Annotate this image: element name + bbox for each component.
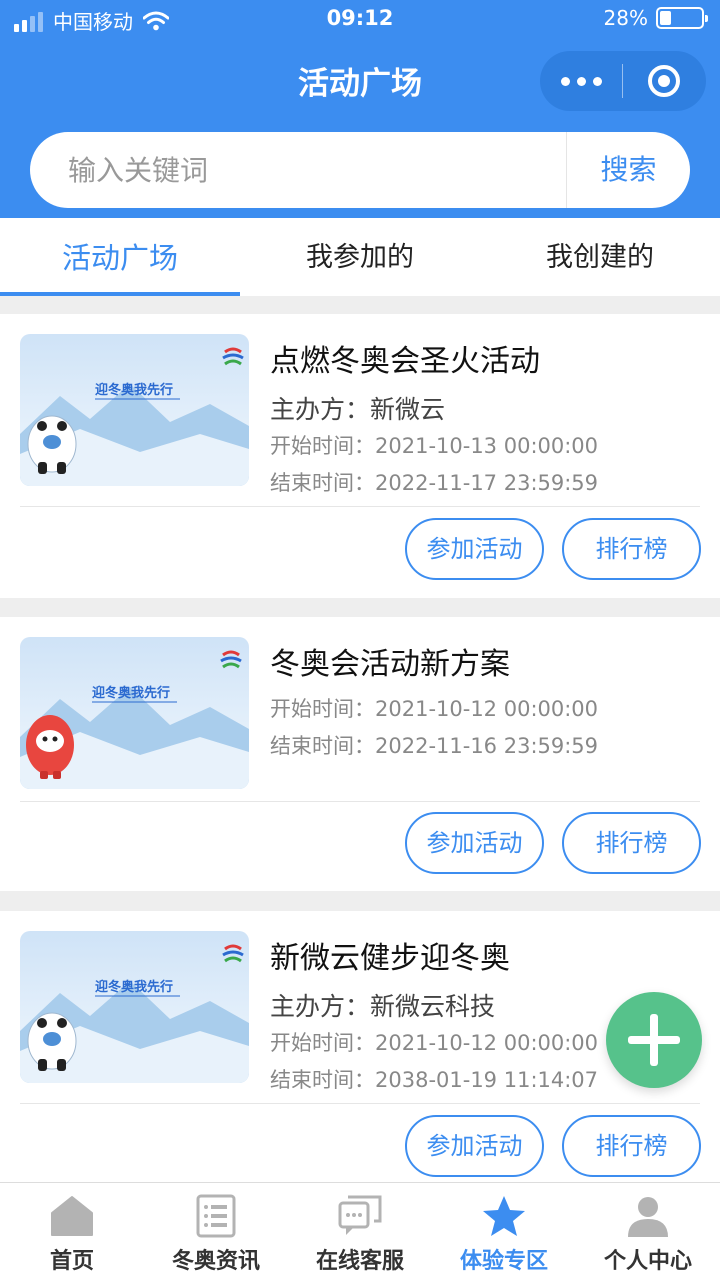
activity-card[interactable]: 迎冬奥我先行 冬奥会活动新方案 开始时间：2021-10-12 00:00:00… — [0, 617, 720, 891]
tabbar-label: 个人中心 — [603, 1249, 692, 1274]
activity-organizer: 主办方：新微云科技 — [270, 992, 496, 1021]
activity-start-time: 开始时间：2021-10-12 00:00:00 — [270, 697, 599, 721]
tabbar-item-news[interactable]: 冬奥资讯 — [144, 1183, 288, 1280]
banner-text: 迎冬奥我先行 — [92, 685, 170, 701]
activity-title: 冬奥会活动新方案 — [270, 647, 510, 682]
join-activity-button[interactable]: 参加活动 — [405, 518, 544, 580]
home-icon — [51, 1196, 93, 1236]
banner-text: 迎冬奥我先行 — [95, 979, 173, 995]
leaderboard-button[interactable]: 排行榜 — [562, 518, 701, 580]
status-bar: 中国移动 09:12 28% — [0, 0, 720, 40]
activity-start-time: 开始时间：2021-10-13 00:00:00 — [270, 434, 599, 458]
tabbar-item-support[interactable]: 在线客服 — [288, 1183, 432, 1280]
tab-joined[interactable]: 我参加的 — [240, 218, 480, 296]
tab-activity-square[interactable]: 活动广场 — [0, 218, 240, 296]
news-icon — [196, 1194, 236, 1238]
tabbar-item-experience[interactable]: 体验专区 — [432, 1183, 576, 1280]
star-icon — [483, 1196, 525, 1236]
add-activity-button[interactable] — [606, 992, 702, 1088]
tab-bar: 活动广场 我参加的 我创建的 — [0, 218, 720, 296]
more-icon[interactable] — [540, 51, 622, 111]
close-target-icon[interactable] — [623, 51, 705, 111]
leaderboard-button[interactable]: 排行榜 — [562, 812, 701, 874]
activity-card[interactable]: 迎冬奥我先行 点燃冬奥会圣火活动 主办方：新微云 开始时间：2021-10-13… — [0, 314, 720, 598]
join-activity-button[interactable]: 参加活动 — [405, 1115, 544, 1177]
activity-end-time: 结束时间：2022-11-16 23:59:59 — [270, 734, 599, 758]
activity-thumbnail: 迎冬奥我先行 — [20, 334, 249, 486]
tabbar-label: 首页 — [49, 1249, 94, 1274]
bottom-tab-bar: 首页 冬奥资讯 在线客服 体验专区 个人中心 — [0, 1182, 720, 1280]
tab-created[interactable]: 我创建的 — [480, 218, 720, 296]
search-input[interactable] — [68, 152, 548, 188]
banner-text: 迎冬奥我先行 — [95, 382, 173, 398]
search-bar: 搜索 — [30, 132, 690, 208]
miniprogram-capsule — [540, 51, 706, 111]
join-activity-button[interactable]: 参加活动 — [405, 812, 544, 874]
tabbar-label: 体验专区 — [459, 1249, 548, 1274]
activity-thumbnail: 迎冬奥我先行 — [20, 931, 249, 1083]
activity-end-time: 结束时间：2038-01-19 11:14:07 — [270, 1068, 599, 1092]
activity-title: 新微云健步迎冬奥 — [270, 941, 510, 976]
tabbar-label: 在线客服 — [315, 1249, 404, 1274]
leaderboard-button[interactable]: 排行榜 — [562, 1115, 701, 1177]
tabbar-item-home[interactable]: 首页 — [0, 1183, 144, 1280]
chat-icon — [338, 1195, 382, 1235]
tabbar-item-profile[interactable]: 个人中心 — [576, 1183, 720, 1280]
activity-thumbnail: 迎冬奥我先行 — [20, 637, 249, 789]
activity-title: 点燃冬奥会圣火活动 — [270, 344, 540, 379]
user-icon — [628, 1197, 668, 1237]
top-bar: 中国移动 09:12 28% 活动广场 搜索 — [0, 0, 720, 218]
battery-percent: 28% — [603, 6, 648, 30]
activity-end-time: 结束时间：2022-11-17 23:59:59 — [270, 471, 599, 495]
battery-icon — [656, 7, 708, 29]
activity-organizer: 主办方：新微云 — [270, 395, 446, 424]
activity-start-time: 开始时间：2021-10-12 00:00:00 — [270, 1031, 599, 1055]
search-button[interactable]: 搜索 — [567, 132, 690, 208]
tabbar-label: 冬奥资讯 — [171, 1249, 260, 1274]
